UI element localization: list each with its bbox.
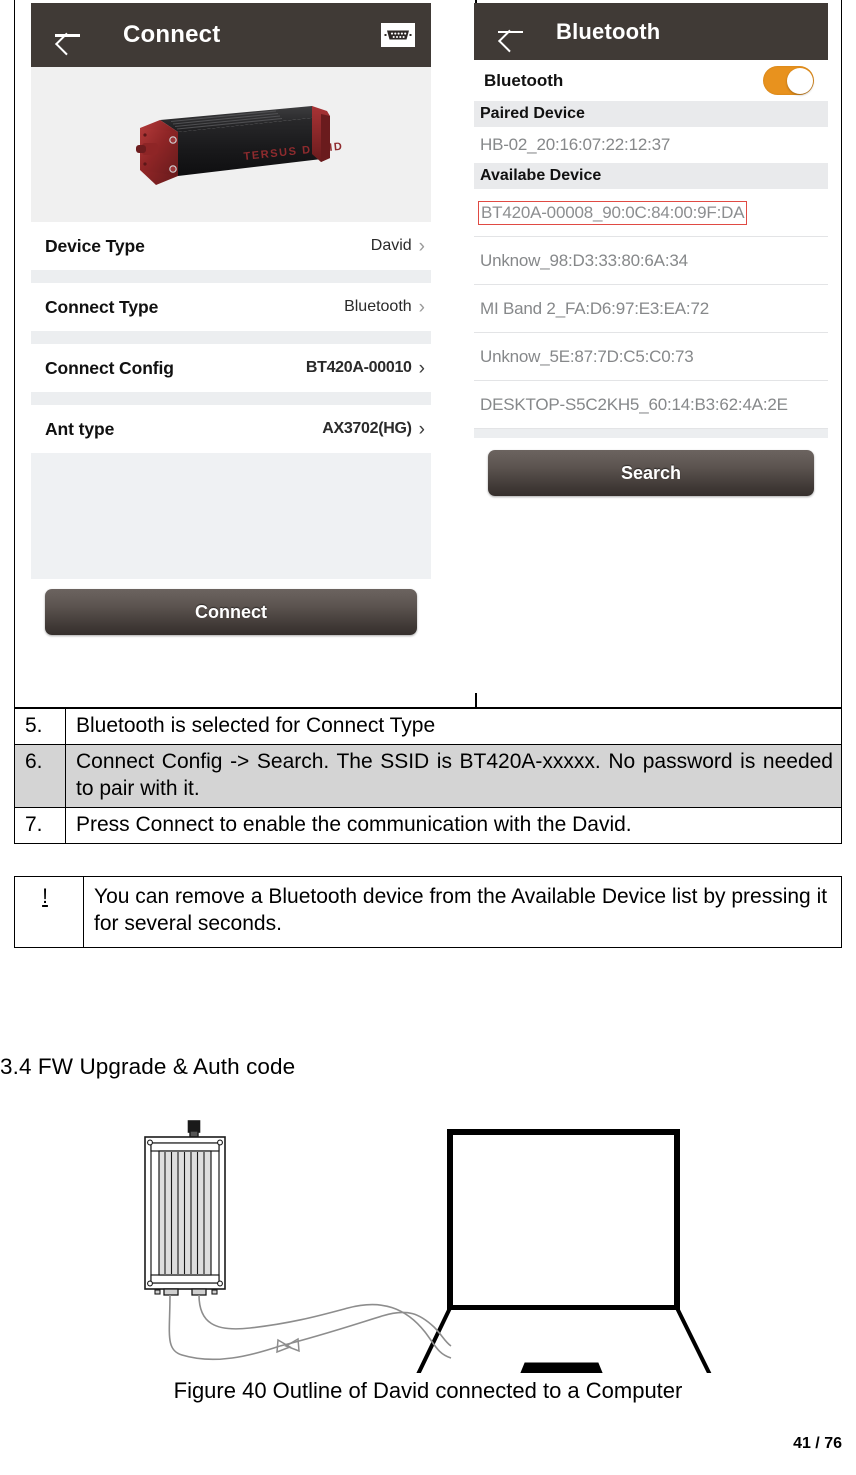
available-device-item-selected[interactable]: BT420A-00008_90:0C:84:00:9F:DA xyxy=(474,189,828,237)
step-text: Connect Config -> Search. The SSID is BT… xyxy=(65,744,842,808)
row-connect-type-right: Bluetooth › xyxy=(344,298,425,317)
row-ant-type[interactable]: Ant type AX3702(HG) › xyxy=(31,405,431,453)
row-connect-type[interactable]: Connect Type Bluetooth › xyxy=(31,283,431,331)
bluetooth-screen-panel: Bluetooth Bluetooth Paired Device HB-02_… xyxy=(474,3,828,693)
exclamation-icon: ! xyxy=(42,885,48,908)
row-ant-type-right: AX3702(HG) › xyxy=(322,420,425,439)
connect-screen-panel: Connect TERSUS DAVID Device Type David ›… xyxy=(31,3,431,700)
figure-40-illustration xyxy=(120,1118,740,1407)
back-arrow-icon[interactable] xyxy=(51,18,85,52)
connect-appbar: Connect xyxy=(31,3,431,67)
row-device-type-value: David xyxy=(370,237,412,254)
row-separator xyxy=(31,331,431,344)
table-row: ! You can remove a Bluetooth device from… xyxy=(14,876,842,948)
chevron-right-icon: › xyxy=(418,357,425,379)
step-number: 5. xyxy=(14,707,66,746)
row-ant-type-value: AX3702(HG) xyxy=(322,420,412,437)
available-device-name: BT420A-00008_90:0C:84:00:9F:DA xyxy=(478,200,748,225)
bluetooth-appbar-title: Bluetooth xyxy=(556,18,661,44)
row-connect-type-value: Bluetooth xyxy=(344,298,412,315)
chevron-right-icon: › xyxy=(418,235,425,257)
chevron-right-icon: › xyxy=(418,418,425,440)
paired-device-item[interactable]: HB-02_20:16:07:22:12:37 xyxy=(474,127,828,163)
toggle-knob xyxy=(786,67,813,94)
note-marker-cell: ! xyxy=(14,876,84,948)
bluetooth-toggle-switch[interactable] xyxy=(763,66,814,95)
row-device-type[interactable]: Device Type David › xyxy=(31,222,431,270)
chevron-right-icon: › xyxy=(418,296,425,318)
row-connect-config-value: BT420A-00010 xyxy=(305,359,412,376)
empty-content-area xyxy=(31,453,431,579)
search-button-container: Search xyxy=(474,438,828,496)
available-device-item[interactable]: MI Band 2_FA:D6:97:E3:EA:72 xyxy=(474,285,828,333)
procedure-steps-table: 5. Bluetooth is selected for Connect Typ… xyxy=(14,707,842,845)
available-device-item[interactable]: DESKTOP-S5C2KH5_60:14:B3:62:4A:2E xyxy=(474,381,828,429)
row-connect-type-label: Connect Type xyxy=(45,296,159,317)
note-callout-table: ! You can remove a Bluetooth device from… xyxy=(14,876,842,948)
search-button[interactable]: Search xyxy=(488,450,814,496)
table-row: 6. Connect Config -> Search. The SSID is… xyxy=(14,744,842,808)
paired-device-header: Paired Device xyxy=(474,101,828,127)
step-text: Bluetooth is selected for Connect Type xyxy=(65,707,842,746)
back-arrow-icon[interactable] xyxy=(494,15,528,49)
row-connect-config[interactable]: Connect Config BT420A-00010 › xyxy=(31,344,431,392)
list-bottom-separator xyxy=(474,429,828,438)
available-device-item[interactable]: Unknow_5E:87:7D:C5:C0:73 xyxy=(474,333,828,381)
row-separator xyxy=(31,392,431,405)
bluetooth-toggle-row[interactable]: Bluetooth xyxy=(474,60,828,101)
row-device-type-right: David › xyxy=(371,237,425,256)
step-text: Press Connect to enable the communicatio… xyxy=(65,806,842,845)
available-device-item[interactable]: Unknow_98:D3:33:80:6A:34 xyxy=(474,237,828,285)
row-ant-type-label: Ant type xyxy=(45,418,115,439)
connect-appbar-title: Connect xyxy=(123,21,221,48)
bluetooth-toggle-label: Bluetooth xyxy=(484,70,564,90)
note-text: You can remove a Bluetooth device from t… xyxy=(83,876,842,948)
row-device-type-label: Device Type xyxy=(45,235,145,256)
connect-button-container: Connect xyxy=(31,579,431,635)
step-number: 6. xyxy=(14,744,66,808)
row-separator xyxy=(31,270,431,283)
figure-caption: Figure 40 Outline of David connected to … xyxy=(173,1378,683,1403)
db9-serial-port-icon[interactable] xyxy=(381,23,415,47)
table-row: 5. Bluetooth is selected for Connect Typ… xyxy=(14,707,842,746)
table-row: 7. Press Connect to enable the communica… xyxy=(14,806,842,845)
row-connect-config-right: BT420A-00010 › xyxy=(306,359,425,378)
connect-button[interactable]: Connect xyxy=(45,589,417,635)
section-heading: 3.4 FW Upgrade & Auth code xyxy=(0,1054,296,1079)
step-number: 7. xyxy=(14,806,66,845)
available-device-header: Availabe Device xyxy=(474,163,828,189)
device-hero-image: TERSUS DAVID xyxy=(31,67,431,222)
page-number: 41 / 76 xyxy=(793,1435,842,1452)
row-connect-config-label: Connect Config xyxy=(45,357,174,378)
bluetooth-appbar: Bluetooth xyxy=(474,3,828,60)
